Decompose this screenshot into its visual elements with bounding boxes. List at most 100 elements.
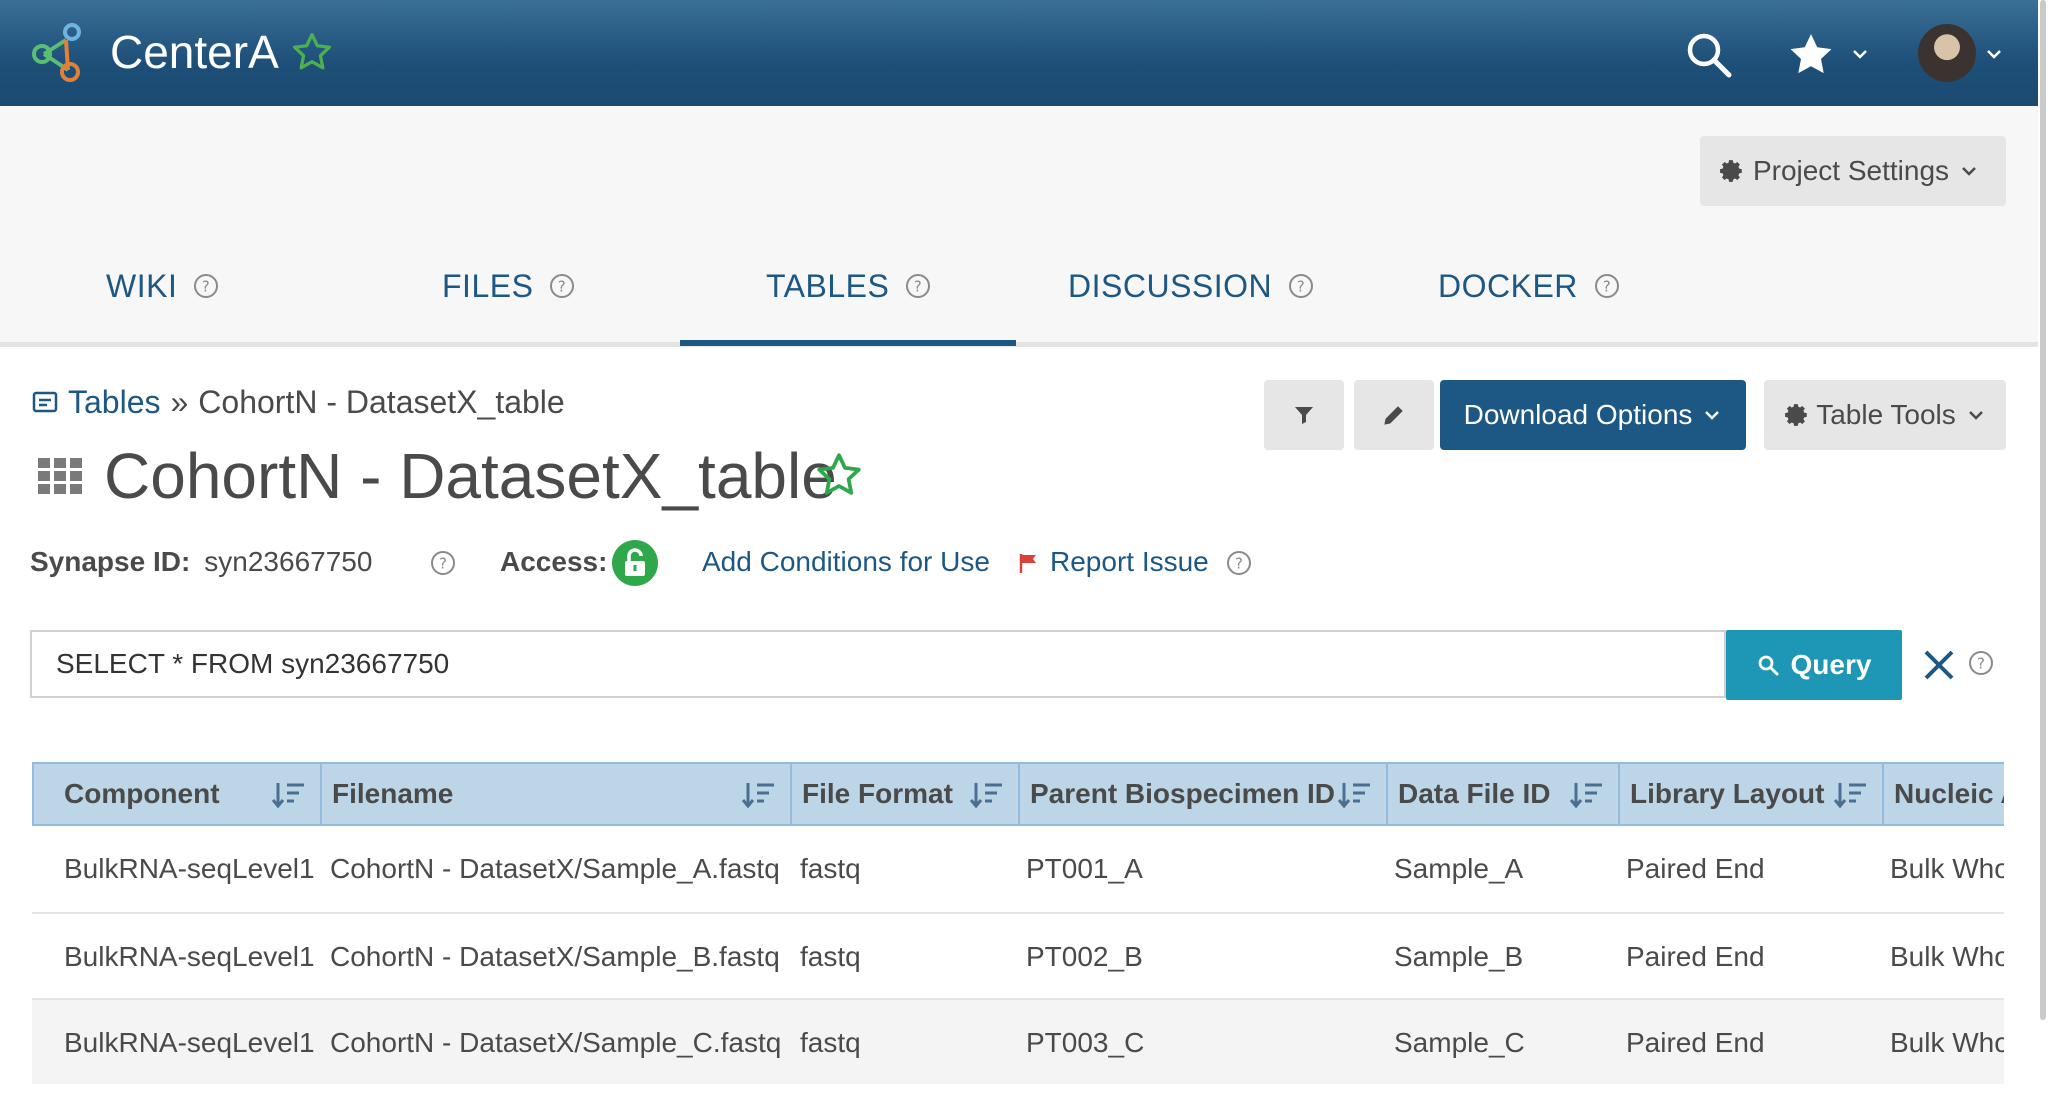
column-header-data-file-id[interactable]: Data File ID: [1388, 764, 1620, 824]
table-cell: Bulk Who: [1890, 941, 2004, 972]
table-cell: Sample_A: [1394, 853, 1524, 884]
search-icon: [1758, 655, 1779, 676]
tab-tables[interactable]: TABLES ?: [766, 236, 931, 336]
sort-icon[interactable]: [1338, 780, 1372, 810]
report-issue-label: Report Issue: [1050, 546, 1209, 577]
edit-button[interactable]: [1354, 380, 1434, 450]
favorites-star-icon[interactable]: [1786, 30, 1836, 80]
chevron-down-icon: [1962, 167, 1976, 176]
logo-icon[interactable]: [30, 22, 92, 84]
table-cell: BulkRNA-seqLevel1: [64, 941, 315, 972]
help-icon[interactable]: ?: [193, 273, 219, 299]
table-cell: Sample_B: [1394, 941, 1524, 972]
help-icon[interactable]: ?: [430, 550, 456, 576]
project-settings-button[interactable]: Project Settings: [1700, 136, 2006, 206]
column-header-parent-biospecimen-id[interactable]: Parent Biospecimen ID: [1020, 764, 1388, 824]
sort-icon[interactable]: [1834, 780, 1868, 810]
sort-icon[interactable]: [742, 780, 776, 810]
column-header-label: Component: [64, 778, 220, 809]
svg-text:?: ?: [1235, 555, 1243, 573]
brand-name[interactable]: CenterA: [110, 22, 279, 82]
table-cell: Paired End: [1626, 941, 1765, 972]
table-row[interactable]: BulkRNA-seqLevel1 CohortN - DatasetX/Sam…: [32, 1000, 2004, 1084]
help-icon[interactable]: ?: [905, 273, 931, 299]
report-issue-link[interactable]: Report Issue: [1050, 540, 1209, 584]
chevron-down-icon[interactable]: [1850, 44, 1870, 64]
unlocked-icon[interactable]: [612, 540, 658, 586]
tab-label: TABLES: [766, 267, 890, 304]
gear-icon: [1785, 404, 1807, 426]
help-icon[interactable]: ?: [1594, 273, 1620, 299]
column-header-component[interactable]: Component: [34, 764, 322, 824]
svg-text:?: ?: [1977, 655, 1985, 673]
project-tabs: WIKI ? FILES ? TABLES ? DISCUSSION ? DOC…: [0, 236, 2038, 342]
table-cell: PT003_C: [1026, 1027, 1145, 1058]
column-header-label: File Format: [802, 778, 953, 809]
column-header-nucleic-acid[interactable]: Nucleic A: [1884, 764, 2004, 824]
tab-wiki[interactable]: WIKI ?: [106, 236, 219, 336]
column-header-label: Filename: [332, 778, 454, 809]
access: Access:: [500, 540, 607, 584]
tab-label: DISCUSSION: [1068, 267, 1273, 304]
download-options-label: Download Options: [1463, 399, 1693, 430]
table-cell: BulkRNA-seqLevel1: [64, 853, 315, 884]
gear-icon: [1720, 160, 1742, 182]
tab-label: DOCKER: [1438, 267, 1578, 304]
sort-icon[interactable]: [272, 780, 306, 810]
favorite-star-icon[interactable]: [290, 30, 334, 74]
add-conditions-label: Add Conditions for Use: [702, 546, 990, 577]
table-row[interactable]: BulkRNA-seqLevel1 CohortN - DatasetX/Sam…: [32, 914, 2004, 1000]
pencil-icon: [1384, 406, 1403, 425]
active-tab-indicator: [680, 340, 1016, 346]
tab-docker[interactable]: DOCKER ?: [1438, 236, 1620, 336]
query-input[interactable]: SELECT * FROM syn23667750: [30, 630, 1726, 698]
help-icon[interactable]: ?: [1226, 550, 1252, 576]
tab-files[interactable]: FILES ?: [442, 236, 575, 336]
table-header: Component Filename File Format Parent Bi…: [32, 762, 2004, 826]
column-header-library-layout[interactable]: Library Layout: [1620, 764, 1884, 824]
table-tools-button[interactable]: Table Tools: [1764, 380, 2006, 450]
breadcrumb: Tables » CohortN - DatasetX_table: [32, 380, 565, 424]
help-icon[interactable]: ?: [1288, 273, 1314, 299]
add-conditions-link[interactable]: Add Conditions for Use: [702, 540, 990, 584]
table-cell: Paired End: [1626, 853, 1765, 884]
column-header-file-format[interactable]: File Format: [792, 764, 1020, 824]
table-row[interactable]: BulkRNA-seqLevel1 CohortN - DatasetX/Sam…: [32, 826, 2004, 912]
download-options-button[interactable]: Download Options: [1440, 380, 1746, 450]
page-title-row: CohortN - DatasetX_table: [38, 436, 837, 516]
breadcrumb-current: CohortN - DatasetX_table: [198, 384, 565, 420]
table-cell: CohortN - DatasetX/Sample_B.fastq: [330, 941, 780, 972]
tabs-divider: [0, 342, 2038, 347]
sort-icon[interactable]: [1570, 780, 1604, 810]
synapse-id-label: Synapse ID:: [30, 546, 191, 577]
access-label: Access:: [500, 546, 608, 577]
table-grid-icon: [38, 458, 82, 494]
top-navbar: CenterA: [0, 0, 2038, 106]
filter-icon: [1295, 407, 1313, 424]
help-icon[interactable]: ?: [549, 273, 575, 299]
svg-text:?: ?: [914, 278, 922, 296]
filter-button[interactable]: [1264, 380, 1344, 450]
breadcrumb-tables-link[interactable]: Tables: [68, 380, 161, 424]
query-button[interactable]: Query: [1726, 630, 1902, 700]
column-header-filename[interactable]: Filename: [322, 764, 792, 824]
chevron-down-icon[interactable]: [1984, 44, 2004, 64]
tab-label: FILES: [442, 267, 534, 304]
scrollbar-thumb[interactable]: [2040, 0, 2046, 1020]
table-tools-label: Table Tools: [1816, 399, 1956, 430]
table-cell: BulkRNA-seqLevel1: [64, 1027, 315, 1058]
svg-text:?: ?: [439, 555, 447, 573]
flag-icon: [1019, 554, 1036, 573]
page-title: CohortN - DatasetX_table: [104, 440, 837, 512]
chevron-down-icon: [1968, 411, 1983, 420]
favorite-star-icon[interactable]: [814, 450, 864, 500]
search-icon[interactable]: [1684, 30, 1734, 80]
avatar[interactable]: [1918, 24, 1976, 82]
svg-text:?: ?: [202, 278, 210, 296]
close-icon[interactable]: [1920, 646, 1958, 684]
project-settings-label: Project Settings: [1752, 155, 1950, 186]
tab-discussion[interactable]: DISCUSSION ?: [1068, 236, 1314, 336]
chevron-down-icon: [1705, 411, 1720, 420]
sort-icon[interactable]: [970, 780, 1004, 810]
help-icon[interactable]: ?: [1968, 650, 1994, 676]
